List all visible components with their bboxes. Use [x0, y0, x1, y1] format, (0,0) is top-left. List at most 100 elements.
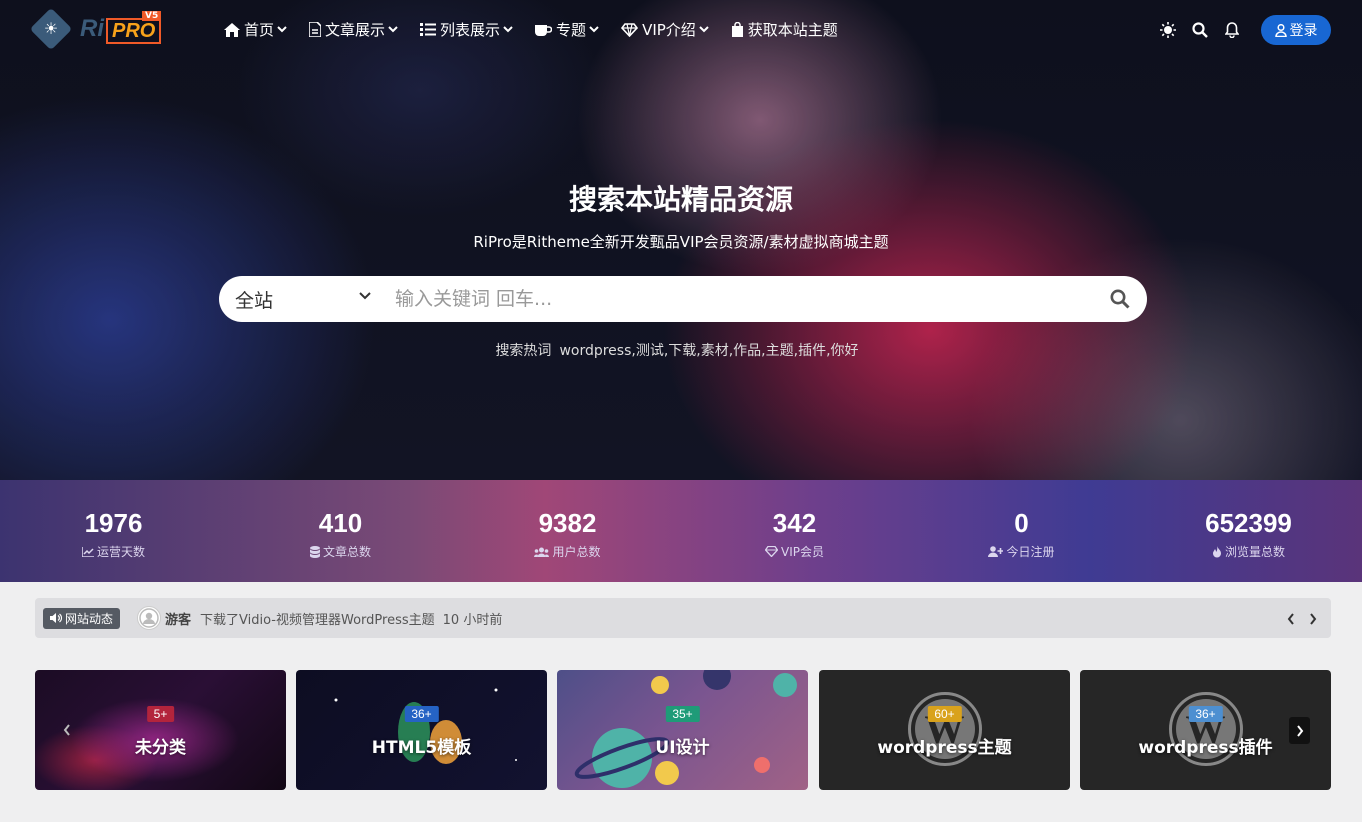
user-icon	[1274, 23, 1287, 37]
search-icon	[1192, 22, 1208, 38]
category-card[interactable]: 35+ UI设计	[557, 670, 808, 790]
ticker-prev-button[interactable]	[1287, 610, 1295, 629]
site-stats: 1976 运营天数 410 文章总数 9382 用户总数 342 VIP会员 0…	[0, 480, 1362, 582]
hero-subtitle: RiPro是Ritheme全新开发甄品VIP会员资源/素材虚拟商城主题	[473, 233, 889, 251]
hot-search-words: 搜索热词 wordpress,测试,下载,素材,作品,主题,插件,你好	[0, 340, 1362, 360]
stat-value: 410	[318, 508, 363, 538]
search-submit-button[interactable]	[1093, 276, 1147, 322]
menu-item-label: 文章展示	[325, 21, 386, 39]
ticker-badge: 网站动态	[43, 607, 121, 629]
category-name: HTML5模板	[371, 738, 472, 758]
menu-item-get-theme[interactable]: 获取本站主题	[731, 19, 838, 40]
category-card[interactable]: 36+ HTML5模板	[296, 670, 547, 790]
home-icon	[224, 22, 240, 37]
chart-icon	[81, 546, 94, 557]
chevron-left-icon	[1287, 613, 1294, 625]
chevron-down-icon	[589, 26, 599, 33]
menu-item-label: 首页	[244, 21, 275, 39]
carousel-prev-button[interactable]	[57, 720, 77, 740]
stat-label-text: 今日注册	[1006, 545, 1055, 559]
stat-vip: 342 VIP会员	[681, 480, 908, 582]
stat-articles: 410 文章总数	[227, 480, 454, 582]
site-activity-ticker: 网站动态 游客 下载了Vidio-视频管理器WordPress主题 10 小时前	[35, 598, 1331, 638]
nav-right-tools: 登录	[1157, 15, 1331, 45]
chevron-down-icon	[699, 26, 709, 33]
stat-today-registered: 0 今日注册	[908, 480, 1135, 582]
menu-item-lists[interactable]: 列表展示	[420, 19, 513, 40]
stat-label: 文章总数	[227, 543, 454, 560]
menu-item-label: 专题	[556, 21, 587, 39]
stat-value: 9382	[538, 508, 597, 538]
ticker-next-button[interactable]	[1309, 610, 1317, 629]
menu-item-articles[interactable]: 文章展示	[309, 19, 398, 40]
menu-item-home[interactable]: 首页	[224, 19, 287, 40]
search-category-select[interactable]: 全站	[219, 276, 379, 322]
hot-words-list[interactable]: wordpress,测试,下载,素材,作品,主题,插件,你好	[559, 343, 858, 359]
stat-label: VIP会员	[681, 543, 908, 560]
document-icon	[309, 22, 322, 37]
stat-label: 今日注册	[908, 543, 1135, 560]
bell-icon	[1225, 22, 1239, 38]
avatar	[137, 606, 162, 630]
stat-label-text: 浏览量总数	[1224, 545, 1285, 559]
category-count-badge: 5+	[146, 706, 175, 722]
chevron-down-icon	[277, 26, 287, 33]
stat-value: 0	[1014, 508, 1029, 538]
category-count-badge: 35+	[665, 706, 700, 722]
menu-item-topics[interactable]: 专题	[535, 19, 599, 40]
chevron-right-icon	[1310, 613, 1317, 625]
stat-pageviews: 652399 浏览量总数	[1135, 480, 1362, 582]
stat-label-text: 运营天数	[96, 545, 145, 559]
ticker-user[interactable]: 游客	[165, 609, 191, 628]
stat-value: 342	[772, 508, 817, 538]
stat-label-text: 用户总数	[552, 545, 601, 559]
menu-item-label: VIP介绍	[642, 21, 696, 39]
search-icon	[1110, 289, 1130, 309]
logo-sun-icon: ☀	[43, 19, 59, 38]
stat-label-text: 文章总数	[322, 545, 371, 559]
chevron-right-icon	[1296, 724, 1303, 737]
hero-title: 搜索本站精品资源	[568, 183, 793, 216]
ticker-message[interactable]: 下载了Vidio-视频管理器WordPress主题	[200, 609, 435, 628]
notification-button[interactable]	[1221, 15, 1243, 45]
card-illustration	[574, 670, 797, 788]
login-button[interactable]: 登录	[1261, 15, 1331, 45]
stat-label: 用户总数	[454, 543, 681, 560]
menu-item-vip[interactable]: VIP介绍	[621, 19, 709, 40]
stat-days: 1976 运营天数	[0, 480, 227, 582]
ticker-arrows	[1287, 610, 1317, 629]
diamond-icon	[765, 546, 778, 557]
search-button[interactable]	[1189, 15, 1211, 45]
category-count-badge: 60+	[927, 706, 962, 722]
ticker-time: 10 小时前	[442, 612, 503, 628]
stat-value: 652399	[1205, 508, 1292, 538]
sun-icon	[1160, 22, 1176, 38]
diamond-icon	[621, 22, 639, 37]
site-logo[interactable]: ☀ Ri PRO V5	[29, 7, 164, 51]
hot-words-label: 搜索热词	[495, 343, 552, 359]
chevron-down-icon	[359, 292, 371, 300]
stat-label: 运营天数	[0, 543, 227, 560]
logo-ri-text: Ri	[80, 15, 104, 42]
stat-value: 1976	[84, 508, 143, 538]
menu-item-label: 获取本站主题	[747, 21, 838, 39]
category-count-badge: 36+	[404, 706, 439, 722]
menu-item-label: 列表展示	[440, 21, 501, 39]
stat-label-text: VIP会员	[781, 545, 824, 559]
category-carousel: 5+ 未分类 36+ HTML5模板 35+ UI设计 W 60+ wordpr…	[35, 670, 1331, 790]
stat-label: 浏览量总数	[1135, 543, 1362, 560]
volume-icon	[50, 613, 62, 623]
category-count-badge: 36+	[1188, 706, 1223, 722]
search-input[interactable]	[379, 276, 1093, 322]
theme-toggle-button[interactable]	[1157, 15, 1179, 45]
coffee-icon	[535, 24, 553, 36]
carousel-next-button[interactable]	[1289, 717, 1310, 744]
shopping-bag-icon	[731, 22, 743, 37]
ticker-badge-label: 网站动态	[65, 611, 114, 626]
login-label: 登录	[1289, 23, 1318, 39]
search-category-value: 全站	[235, 289, 274, 312]
card-illustration	[334, 688, 517, 764]
category-name: wordpress主题	[877, 738, 1012, 758]
category-card[interactable]: W 60+ wordpress主题	[819, 670, 1070, 790]
main-menu: 首页 文章展示 列表展示 专题 VIP介绍 获取本站主题	[224, 19, 860, 40]
